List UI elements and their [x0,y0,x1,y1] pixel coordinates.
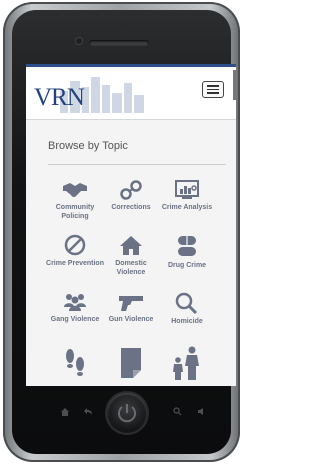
topic-label: Crime Analysis [161,204,213,211]
divider [48,164,226,165]
topic-label: Crime Prevention [46,260,104,267]
power-button[interactable] [107,393,147,433]
family-icon [173,346,199,380]
topic-label: Homicide [171,318,203,325]
scrollbar[interactable] [233,70,236,100]
topic-tile-family[interactable] [158,346,216,383]
power-icon [118,404,136,423]
browse-by-topic-heading: Browse by Topic [48,140,128,152]
chart-monitor-icon [175,180,199,199]
camera-icon [76,38,82,44]
home-glyph-icon [60,407,70,419]
handshake-icon [63,183,87,198]
group-icon [64,294,86,311]
back-arrow-icon [84,407,94,419]
speaker-grille [89,40,149,46]
prohibited-icon [64,234,86,256]
topic-label: Drug Crime [167,262,207,269]
house-icon [120,236,142,255]
topic-tile-gang-violence[interactable]: Gang Violence [46,292,104,324]
site-logo[interactable]: VRN [34,84,85,112]
document-icon [121,348,141,378]
search-hw-icon [173,407,182,418]
topic-tile-gun-violence[interactable]: Gun Violence [102,292,160,324]
handcuffs-icon [120,180,142,200]
topic-label: Community Policing [55,204,95,220]
footprints-icon [66,349,84,376]
topic-tile-homicide[interactable]: Homicide [158,292,216,326]
topic-label: Gun Violence [108,316,154,323]
topic-tile-footprints[interactable] [46,346,104,383]
handgun-icon [119,296,143,311]
navbar: VRN [26,64,236,120]
topic-tile-domestic-violence[interactable]: Domestic Violence [102,234,160,277]
topic-tile-corrections[interactable]: Corrections [102,180,160,212]
magnifier-icon [175,292,198,314]
topic-tile-community-policing[interactable]: Community Policing [46,180,104,221]
topic-label: Domestic Violence [115,260,147,276]
topic-tile-drug-crime[interactable]: Drug Crime [158,234,216,270]
topic-tile-crime-analysis[interactable]: Crime Analysis [158,180,216,212]
phone-screen: VRN Browse by Topic Community Policing C… [26,64,236,386]
topic-label: Corrections [111,204,151,211]
topic-tile-document[interactable] [102,346,160,383]
hamburger-menu-button[interactable] [202,81,224,98]
volume-icon [197,407,206,418]
pills-icon [178,236,196,256]
topic-tile-crime-prevention[interactable]: Crime Prevention [46,234,104,268]
topic-label: Gang Violence [50,316,100,323]
